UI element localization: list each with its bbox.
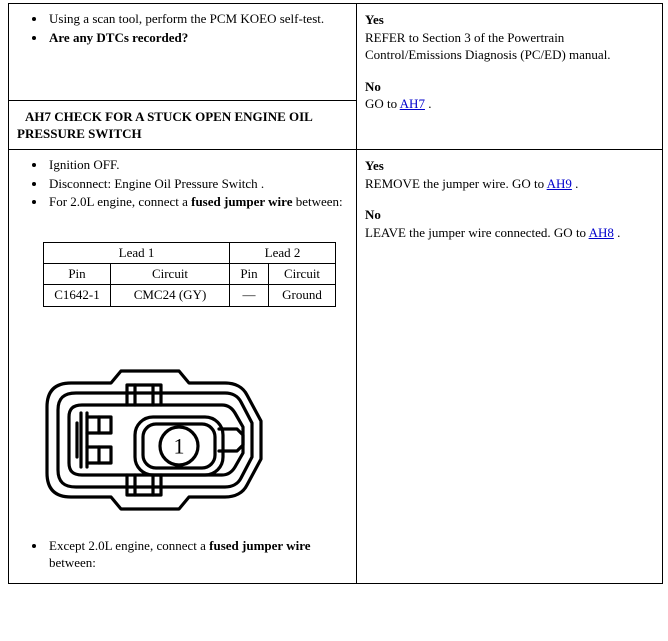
result-yes-text-line2: Control/Emissions Diagnosis (PC/ED) manu… bbox=[365, 47, 611, 63]
step-text: Ignition OFF. bbox=[49, 157, 120, 173]
step-text: Disconnect: Engine Oil Pressure Switch . bbox=[49, 175, 265, 191]
action-cell-previous-step: Using a scan tool, perform the PCM KOEO … bbox=[8, 3, 357, 101]
pin-table-group-lead1: Lead 1 bbox=[43, 241, 230, 265]
step-text-bold: Are any DTCs recorded? bbox=[49, 29, 189, 45]
step-header-cell: AH7 CHECK FOR A STUCK OPEN ENGINE OIL PR… bbox=[8, 99, 357, 151]
result-body-previous: Yes REFER to Section 3 of the Powertrain… bbox=[357, 4, 662, 121]
result-no-suffix: . bbox=[424, 96, 432, 112]
pin-table-group-header-row: Lead 1 Lead 2 bbox=[43, 241, 336, 265]
result-cell-ah7: Yes REMOVE the jumper wire. GO to AH9 . … bbox=[356, 149, 663, 584]
step-list-previous: Using a scan tool, perform the PCM KOEO … bbox=[17, 10, 348, 46]
pin-table-header-row: Pin Circuit Pin Circuit bbox=[43, 263, 336, 286]
link-ah9[interactable]: AH9 bbox=[547, 176, 572, 191]
step-list-ah7-tail: Except 2.0L engine, connect a fused jump… bbox=[17, 537, 348, 572]
step-header-title: AH7 CHECK FOR A STUCK OPEN ENGINE OIL PR… bbox=[17, 109, 313, 142]
list-item: Ignition OFF. bbox=[47, 156, 348, 174]
step-text-prefix: Except 2.0L engine, connect a bbox=[49, 537, 210, 553]
result-no-prefix: GO to bbox=[365, 96, 400, 112]
result-no-text: LEAVE the jumper wire connected. GO to A… bbox=[365, 224, 654, 242]
result-yes-label: Yes bbox=[365, 158, 384, 174]
step-list-ah7: Ignition OFF. Disconnect: Engine Oil Pre… bbox=[17, 156, 348, 211]
pin-table-wrapper: Lead 1 Lead 2 Pin Circuit Pin Circuit C1… bbox=[9, 220, 356, 307]
connector-key-bottom bbox=[133, 473, 155, 497]
pin-table-header-pin-2: Pin bbox=[229, 263, 269, 286]
action-cell-ah7: Ignition OFF. Disconnect: Engine Oil Pre… bbox=[8, 149, 357, 584]
pin-cell-lead2-circuit: Ground bbox=[268, 284, 336, 307]
result-yes-text-line1: REFER to Section 3 of the Powertrain bbox=[365, 29, 565, 45]
result-no-label: No bbox=[365, 78, 381, 94]
list-item: Except 2.0L engine, connect a fused jump… bbox=[47, 537, 348, 572]
link-ah7[interactable]: AH7 bbox=[400, 96, 425, 111]
list-item: Are any DTCs recorded? bbox=[47, 29, 348, 47]
diagnostic-table: Using a scan tool, perform the PCM KOEO … bbox=[8, 2, 663, 584]
connector-figure: 1 bbox=[9, 307, 356, 537]
step-text: Using a scan tool, perform the PCM KOEO … bbox=[49, 11, 325, 26]
pin-table-group-lead2: Lead 2 bbox=[229, 241, 336, 265]
connector-outline-group bbox=[45, 369, 263, 511]
step-text-suffix: between: bbox=[292, 194, 343, 210]
result-yes-suffix: . bbox=[571, 175, 579, 191]
list-item: For 2.0L engine, connect a fused jumper … bbox=[47, 193, 348, 211]
link-ah8[interactable]: AH8 bbox=[589, 225, 614, 240]
step-text-suffix: between: bbox=[49, 555, 96, 571]
connector-pin-1-label: 1 bbox=[174, 433, 185, 458]
table-row-previous-step: Using a scan tool, perform the PCM KOEO … bbox=[8, 2, 663, 151]
result-body-ah7: Yes REMOVE the jumper wire. GO to AH9 . … bbox=[357, 150, 662, 249]
result-yes-label: Yes bbox=[365, 12, 384, 27]
action-body-tail: Except 2.0L engine, connect a fused jump… bbox=[9, 537, 356, 583]
pin-table-header-pin-1: Pin bbox=[43, 263, 111, 286]
diagnostic-page: Using a scan tool, perform the PCM KOEO … bbox=[8, 2, 663, 584]
connector-illustration-svg: 1 bbox=[45, 369, 263, 511]
list-item: Using a scan tool, perform the PCM KOEO … bbox=[47, 10, 348, 28]
result-no-prefix: LEAVE the jumper wire connected. GO to bbox=[365, 224, 589, 240]
result-no-text: GO to AH7 . bbox=[365, 95, 654, 113]
pin-circuit-table: Lead 1 Lead 2 Pin Circuit Pin Circuit C1… bbox=[43, 241, 336, 307]
result-no-suffix: . bbox=[613, 224, 621, 240]
pin-cell-lead2-pin: — bbox=[229, 284, 269, 307]
result-no-label: No bbox=[365, 207, 381, 223]
pin-table-row: C1642-1 CMC24 (GY) — Ground bbox=[43, 284, 336, 307]
pin-table-header-circuit-2: Circuit bbox=[268, 263, 336, 286]
result-yes-prefix: REMOVE the jumper wire. GO to bbox=[365, 175, 547, 191]
step-text-prefix: For 2.0L engine, connect a bbox=[49, 194, 192, 210]
step-text-emphasis: fused jumper wire bbox=[191, 194, 293, 210]
action-body-ah7: Ignition OFF. Disconnect: Engine Oil Pre… bbox=[9, 150, 356, 220]
table-row-step-body: Ignition OFF. Disconnect: Engine Oil Pre… bbox=[8, 149, 663, 584]
pin-cell-lead1-pin: C1642-1 bbox=[43, 284, 111, 307]
result-cell-previous-step: Yes REFER to Section 3 of the Powertrain… bbox=[356, 2, 663, 151]
list-item: Disconnect: Engine Oil Pressure Switch . bbox=[47, 175, 348, 193]
pin-table-header-circuit-1: Circuit bbox=[110, 263, 230, 286]
action-body: Using a scan tool, perform the PCM KOEO … bbox=[9, 4, 356, 55]
connector-key-top bbox=[133, 383, 155, 407]
result-yes-text: REMOVE the jumper wire. GO to AH9 . bbox=[365, 175, 654, 193]
step-text-emphasis: fused jumper wire bbox=[209, 537, 311, 553]
pin-cell-lead1-circuit: CMC24 (GY) bbox=[110, 284, 230, 307]
